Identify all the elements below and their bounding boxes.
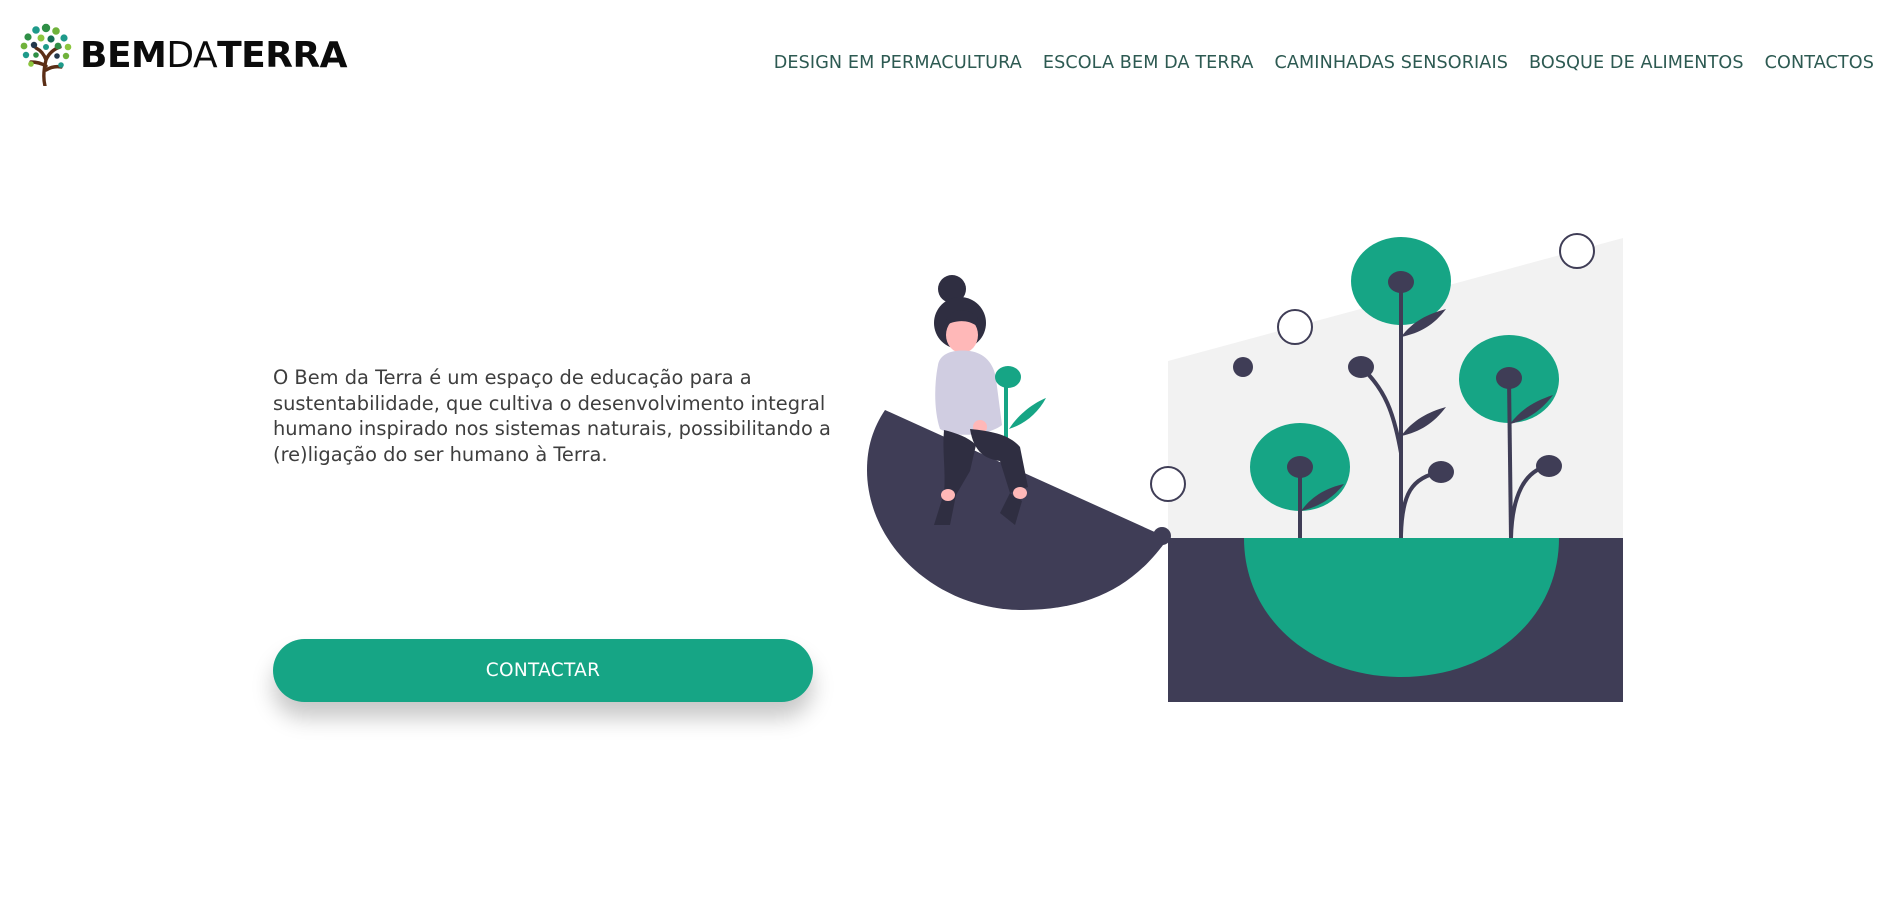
dark-dot: [1233, 357, 1253, 377]
logo-link[interactable]: BEMDATERRA: [16, 20, 348, 86]
logo-text-bem: BEM: [80, 35, 167, 76]
flower-bud: [1287, 456, 1313, 478]
site-header: BEMDATERRA DESIGN EM PERMACULTURA ESCOLA…: [0, 0, 1888, 110]
outline-circle: [1277, 309, 1313, 345]
flower-bud: [1348, 356, 1374, 378]
flower-bud: [1496, 367, 1522, 389]
dark-dot: [1153, 527, 1171, 545]
logo-wordmark: BEMDATERRA: [80, 35, 348, 76]
nav-item: CONTACTOS: [1765, 53, 1874, 73]
contactar-button[interactable]: CONTACTAR: [273, 639, 813, 702]
flower-bud: [1428, 461, 1454, 483]
hero-description: O Bem da Terra é um espaço de educação p…: [273, 366, 831, 466]
nav-item: ESCOLA BEM DA TERRA: [1043, 53, 1254, 73]
logo-text-terra: TERRA: [217, 35, 348, 76]
outline-circle: [1559, 233, 1595, 269]
nav-link-design-em-permacultura[interactable]: DESIGN EM PERMACULTURA: [774, 53, 1022, 73]
flower-bud: [1388, 271, 1414, 293]
logo-text-da: DA: [166, 35, 218, 76]
flower-bud: [1536, 455, 1562, 477]
tree-icon: [20, 23, 72, 86]
nav-item: BOSQUE DE ALIMENTOS: [1529, 53, 1744, 73]
outline-circle: [1150, 466, 1186, 502]
nav-link-escola-bem-da-terra[interactable]: ESCOLA BEM DA TERRA: [1043, 53, 1254, 73]
nav-link-bosque-de-alimentos[interactable]: BOSQUE DE ALIMENTOS: [1529, 53, 1744, 73]
woman-sitting-with-plants-illustration: [867, 233, 1623, 702]
nav-link-contactos[interactable]: CONTACTOS: [1765, 53, 1874, 73]
flower-stem: [1507, 378, 1513, 539]
nav-item: DESIGN EM PERMACULTURA: [774, 53, 1022, 73]
nav-item: CAMINHADAS SENSORIAIS: [1274, 53, 1508, 73]
nav-link-caminhadas-sensoriais[interactable]: CAMINHADAS SENSORIAIS: [1274, 53, 1508, 73]
main-nav-list: DESIGN EM PERMACULTURA ESCOLA BEM DA TER…: [774, 53, 1874, 73]
